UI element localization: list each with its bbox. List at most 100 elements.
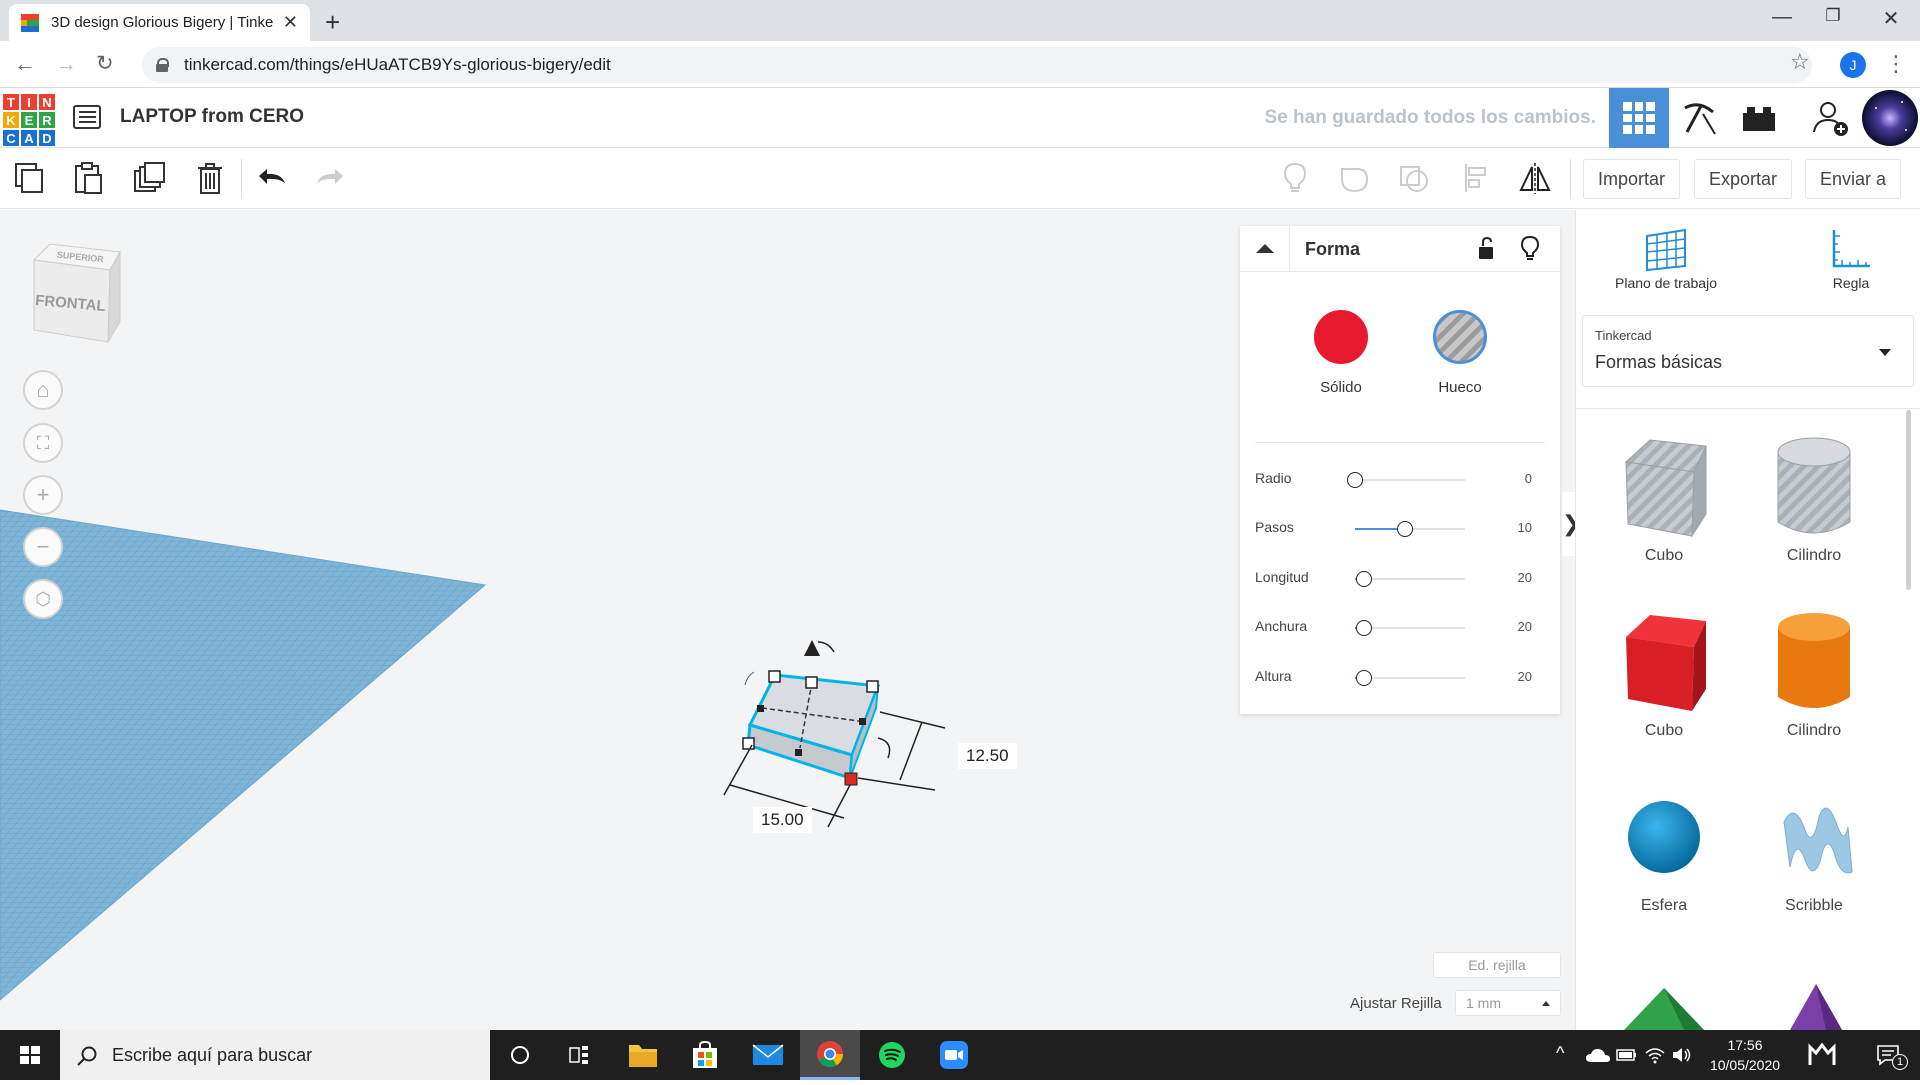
edit-grid-button[interactable]: Ed. rejilla [1433,952,1561,978]
roof-shape-icon[interactable] [1614,978,1714,1030]
workplane-tool[interactable]: Plano de trabajo [1606,226,1726,291]
steps-value[interactable]: 10 [1518,520,1532,535]
cone-shape-icon[interactable] [1766,978,1866,1030]
chrome-button[interactable] [800,1030,860,1080]
length-slider[interactable] [1355,571,1465,587]
user-avatar[interactable] [1860,88,1920,148]
selected-shape[interactable] [700,630,1000,830]
minimize-button[interactable]: — [1767,6,1797,29]
steps-slider[interactable] [1355,521,1465,537]
undo-icon[interactable] [255,161,289,195]
taskbar-search-input[interactable]: Escribe aquí para buscar [60,1030,490,1080]
start-button[interactable] [0,1030,60,1080]
reload-button[interactable]: ↻ [96,51,114,76]
bookmark-star-icon[interactable]: ☆ [1790,49,1810,75]
group-icon[interactable] [1337,161,1371,195]
lock-icon[interactable] [1476,236,1498,262]
shape-tile[interactable]: Cubo [1594,607,1734,740]
minecraft-view-button[interactable] [1669,88,1729,148]
radius-value[interactable]: 0 [1525,471,1532,486]
snap-grid-select[interactable]: 1 mm [1455,990,1561,1016]
shape-tile[interactable]: Cilindro [1744,432,1884,565]
design-title[interactable]: LAPTOP from CERO [120,106,304,128]
notifications-button[interactable]: 1 [1862,1030,1920,1080]
slider-knob[interactable] [1397,521,1413,537]
wifi-icon[interactable] [1644,1045,1666,1065]
store-button[interactable] [675,1030,735,1080]
forward-button[interactable]: → [55,51,77,77]
shape-tile[interactable]: Esfera [1594,782,1734,915]
ruler-tool[interactable]: Regla [1811,226,1891,291]
battery-icon[interactable] [1616,1047,1638,1063]
view-cube[interactable]: SUPERIOR FRONTAL [28,238,128,348]
height-slider[interactable] [1355,670,1465,686]
task-view-button[interactable] [550,1030,610,1080]
volume-icon[interactable] [1671,1045,1693,1065]
tinkercad-logo[interactable]: T I N K E R C A D [2,93,56,147]
browser-menu-icon[interactable]: ⋮ [1885,51,1907,77]
hide-lightbulb-icon[interactable] [1519,235,1541,263]
3d-design-view-button[interactable] [1609,88,1669,148]
design-list-icon[interactable] [73,105,101,129]
lightbulb-icon[interactable] [1278,161,1312,195]
profile-avatar[interactable]: J [1840,52,1866,78]
save-status: Se han guardado todos los cambios. [1264,107,1597,128]
import-button[interactable]: Importar [1583,159,1681,199]
export-button[interactable]: Exportar [1694,159,1793,199]
bricks-view-button[interactable] [1729,88,1789,148]
mail-button[interactable] [738,1030,798,1080]
depth-dimension-label[interactable]: 12.50 [958,743,1017,769]
spotify-button[interactable] [862,1030,922,1080]
zoom-out-button[interactable]: − [23,527,63,567]
tray-chevron-icon[interactable]: ^ [1556,1043,1564,1064]
duplicate-icon[interactable] [132,161,166,195]
slider-knob[interactable] [1356,620,1372,636]
perspective-button[interactable]: ⬡ [23,579,63,619]
ungroup-icon[interactable] [1397,161,1431,195]
shape-tile[interactable]: Cubo [1594,432,1734,565]
width-dimension-label[interactable]: 15.00 [753,807,812,833]
zoom-button[interactable] [924,1030,984,1080]
delete-icon[interactable] [193,161,227,195]
keyboard-app-icon[interactable] [1808,1043,1836,1067]
send-to-button[interactable]: Enviar a [1805,159,1902,199]
cortana-button[interactable] [490,1030,550,1080]
new-tab-button[interactable]: + [325,7,340,38]
copy-icon[interactable] [12,161,46,195]
shape-tile[interactable]: Cilindro [1744,607,1884,740]
hole-swatch[interactable] [1433,310,1487,364]
library-scrollbar[interactable] [1906,410,1911,590]
height-value[interactable]: 20 [1518,669,1532,684]
close-tab-icon[interactable]: ✕ [283,12,298,33]
taskbar-clock[interactable]: 17:56 10/05/2020 [1700,1035,1790,1075]
radius-slider[interactable] [1347,472,1465,488]
zoom-in-button[interactable]: + [23,475,63,515]
file-explorer-button[interactable] [613,1030,673,1080]
collapse-panel-icon[interactable] [1240,226,1290,272]
shape-inspector-panel: Forma Sólido Hueco Radio 0 Pasos 10 Long… [1240,226,1560,714]
browser-tab[interactable]: 3D design Glorious Bigery | Tinke ✕ [9,4,310,41]
width-value[interactable]: 20 [1518,619,1532,634]
home-view-button[interactable]: ⌂ [23,370,63,410]
align-icon[interactable] [1460,161,1494,195]
slider-knob[interactable] [1356,571,1372,587]
slider-knob[interactable] [1347,472,1363,488]
fit-view-button[interactable]: ⛶ [23,423,63,463]
redo-icon[interactable] [313,161,347,195]
paste-icon[interactable] [71,161,105,195]
back-button[interactable]: ← [14,51,36,77]
shape-tile[interactable]: Scribble [1744,782,1884,915]
library-toggle-arrow-icon[interactable]: ❯ [1562,492,1575,556]
close-window-button[interactable]: ✕ [1876,6,1906,31]
restore-button[interactable]: ❐ [1818,6,1848,26]
onedrive-icon[interactable] [1585,1046,1611,1064]
library-category-select[interactable]: Tinkercad Formas básicas [1582,315,1914,387]
logo-letter: N [38,93,56,111]
url-input[interactable]: tinkercad.com/things/eHUaATCB9Ys-gloriou… [142,47,1812,83]
length-value[interactable]: 20 [1518,570,1532,585]
solid-color-swatch[interactable] [1314,310,1368,364]
mirror-icon[interactable] [1518,161,1552,195]
add-user-button[interactable] [1800,88,1860,148]
width-slider[interactable] [1355,620,1465,636]
slider-knob[interactable] [1356,670,1372,686]
